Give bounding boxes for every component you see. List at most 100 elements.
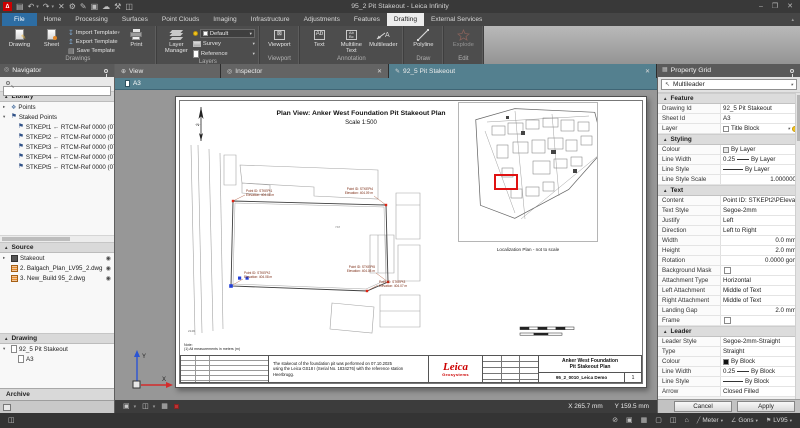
object-snap-icon[interactable]: ▣ [626,416,633,425]
layer-manager-button[interactable]: Layer Manager [161,27,192,55]
visibility-eye-icon[interactable]: ◉ [106,275,111,282]
point-annotation[interactable]: Point ID: STKEPt5Elevation: 404.08 m [347,265,376,273]
model-space-icon[interactable]: ◫ [142,402,149,411]
archive-bar[interactable]: Archive [0,388,114,400]
snap-disabled-icon[interactable]: ⊘ [612,416,618,425]
scrollbar-thumb[interactable] [2,237,70,241]
prop-background-mask[interactable]: Background Mask [658,266,800,276]
export-template-button[interactable]: ↥Export Template [68,38,120,46]
print-button[interactable]: Print [121,27,152,48]
plan-drawing[interactable]: Point ID: STKEPt1Elevation: 404.08 m Poi… [182,143,454,341]
viewport-button[interactable]: ⊠Viewport [264,27,295,48]
prop-sheet-id[interactable]: Sheet IdA3 [658,114,800,124]
tab-infrastructure[interactable]: Infrastructure [244,13,297,26]
edit-icon[interactable]: ✎ [80,2,87,11]
prop-direction[interactable]: DirectionLeft to Right [658,226,800,236]
explode-button[interactable]: Explode [448,27,479,48]
paper-space-icon[interactable]: ▣ [123,402,130,411]
paper-space-caret-icon[interactable]: ▾ [134,404,137,410]
tree-item-stkept4[interactable]: ⚑STKEPt4 ← RTCM-Ref 0000 (07/10 [0,152,114,162]
prop-justify[interactable]: JustifyLeft [658,216,800,226]
frame-checkbox[interactable] [724,317,731,324]
point-annotation[interactable]: Point ID: STKEPt4Elevation: 404.09 m [345,187,374,195]
tab-drawing-92-5-pit-stakeout[interactable]: ✎92_5 Pit Stakeout✕ [389,64,657,78]
expand-icon[interactable]: ▸ [3,255,9,261]
tab-drafting[interactable]: Drafting [387,13,424,26]
grid-toggle-icon[interactable]: ▦ [161,402,168,411]
tab-features[interactable]: Features [347,13,387,26]
close-tab-icon[interactable]: ✕ [377,68,382,75]
prop-leader-type[interactable]: TypeStraight [658,347,800,357]
archive-box-icon[interactable]: ▣ [91,2,99,11]
ribbon-collapse-icon[interactable]: ▴ [791,17,794,23]
tree-item-points[interactable]: ▸❖Points [0,102,114,112]
tab-view[interactable]: ⊕View [115,64,221,78]
leica-logo-icon[interactable]: ∆ [3,2,12,11]
panel-layout-icon[interactable]: ◫ [8,416,15,425]
minimize-icon[interactable]: – [759,2,763,11]
source-item-balgach-plan[interactable]: 2. Balgach_Plan_LV95_2.dwg◉ [0,263,114,273]
tools-icon[interactable]: ⚒ [114,2,121,11]
redo-caret-icon[interactable]: ▾ [51,4,54,10]
visibility-eye-icon[interactable]: ◉ [106,255,111,262]
drawing-button[interactable]: Drawing [4,27,35,48]
prop-left-attachment[interactable]: Left AttachmentMiddle of Text [658,286,800,296]
point-annotation[interactable]: Point ID: STKEPt3Elevation: 404.07 m [379,280,408,288]
tree-item-stkept2[interactable]: ⚑STKEPt2 ← RTCM-Ref 0000 (07/10 [0,132,114,142]
section-feature[interactable]: ▲Feature [658,93,800,104]
prop-arrow[interactable]: ArrowClosed Filled [658,387,800,397]
source-item-stakeout[interactable]: ▸Stakeout◉ [0,253,114,263]
section-drawing[interactable]: ▲Drawing [0,333,114,344]
prop-line-style[interactable]: Line StyleBy Layer [658,165,800,175]
polyline-button[interactable]: Polyline [408,27,439,48]
maximize-icon[interactable]: ❐ [772,2,778,11]
save-template-button[interactable]: ▤Save Template [68,47,120,55]
tree-item-staked-points[interactable]: ▾⚑Staked Points [0,112,114,122]
text-button[interactable]: AbText [304,27,335,48]
prop-layer[interactable]: LayerTitle Block [658,124,800,134]
tree-item-stkept1[interactable]: ⚑STKEPt1 ← RTCM-Ref 0000 (07/10 [0,122,114,132]
tab-adjustments[interactable]: Adjustments [297,13,347,26]
source-item-new-build[interactable]: 3. New_Build 95_2.dwg◉ [0,273,114,283]
apply-button[interactable]: Apply [737,401,795,412]
reference-layer-dropdown[interactable]: Reference▾ [193,49,255,58]
home-icon[interactable]: ⌂ [684,416,688,425]
tab-home[interactable]: Home [37,13,69,26]
prop-line-style-scale[interactable]: Line Style Scale1.000000 [658,175,800,185]
delete-icon[interactable]: ✕ [58,2,65,11]
tab-processing[interactable]: Processing [68,13,115,26]
drawing-item-root[interactable]: ▾92_5 Pit Stakeout [0,344,114,354]
import-template-button[interactable]: ↧Import Template▾ [68,29,120,37]
prop-text-style[interactable]: Text StyleSegoe-2mm [658,206,800,216]
angle-unit-selector[interactable]: ∠Gons▾ [731,417,758,424]
crs-selector[interactable]: ⚑LV95▾ [766,417,792,424]
ortho-mode-icon[interactable]: ▢ [655,416,662,425]
settings-gear-icon[interactable]: ⚙ [69,2,76,11]
prop-colour[interactable]: ColourBy Layer [658,145,800,155]
tree-item-stkept5[interactable]: ⚑STKEPt5 ← RTCM-Ref 0000 (07/10 [0,162,114,172]
close-tab-icon[interactable]: ✕ [645,68,650,75]
tab-external-services[interactable]: External Services [424,13,489,26]
dropdown-caret-icon[interactable] [788,125,790,132]
expand-icon[interactable]: ▸ [3,104,9,110]
drawing-item-a3[interactable]: A3 [0,354,114,364]
tab-file[interactable]: File [2,13,37,26]
pin-icon[interactable] [104,69,108,73]
object-selector-dropdown[interactable]: ↖ Multileader [661,79,797,90]
default-layer-dropdown[interactable]: Default▾ [193,29,255,38]
prop-frame[interactable]: Frame [658,316,800,326]
undo-icon[interactable]: ↶ [28,2,35,11]
vertical-scrollbar[interactable] [795,93,800,399]
pin-icon[interactable] [790,69,794,73]
tree-item-stkept3[interactable]: ⚑STKEPt3 ← RTCM-Ref 0000 (07/10 [0,142,114,152]
prop-right-attachment[interactable]: Right AttachmentMiddle of Text [658,296,800,306]
prop-attachment-type[interactable]: Attachment TypeHorizontal [658,276,800,286]
prop-height[interactable]: Height2.0 mm [658,246,800,256]
collapse-icon[interactable]: ▾ [3,346,9,352]
model-space-caret-icon[interactable]: ▾ [153,404,156,410]
cancel-button[interactable]: Cancel [674,401,732,412]
collapse-icon[interactable]: ▾ [3,114,9,120]
multiline-text-button[interactable]: AbBcMultiline Text [336,27,367,55]
prop-landing-gap[interactable]: Landing Gap2.0 mm [658,306,800,316]
prop-leader-colour[interactable]: ColourBy Block [658,357,800,367]
